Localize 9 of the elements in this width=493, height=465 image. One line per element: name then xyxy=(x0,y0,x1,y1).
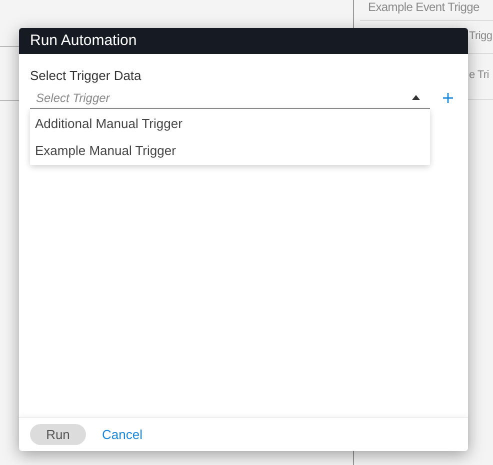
dropdown-option[interactable]: Additional Manual Trigger xyxy=(30,110,430,137)
dialog-title: Run Automation xyxy=(30,30,137,51)
dropdown-option[interactable]: Example Manual Trigger xyxy=(30,137,430,164)
add-icon[interactable] xyxy=(443,93,453,103)
field-label: Select Trigger Data xyxy=(30,68,142,84)
list-item-text: Trigg xyxy=(469,29,492,43)
list-item-text: Example Event Trigge xyxy=(368,0,480,14)
cancel-link[interactable]: Cancel xyxy=(102,424,142,444)
list-item-text: e Tri xyxy=(469,68,489,82)
